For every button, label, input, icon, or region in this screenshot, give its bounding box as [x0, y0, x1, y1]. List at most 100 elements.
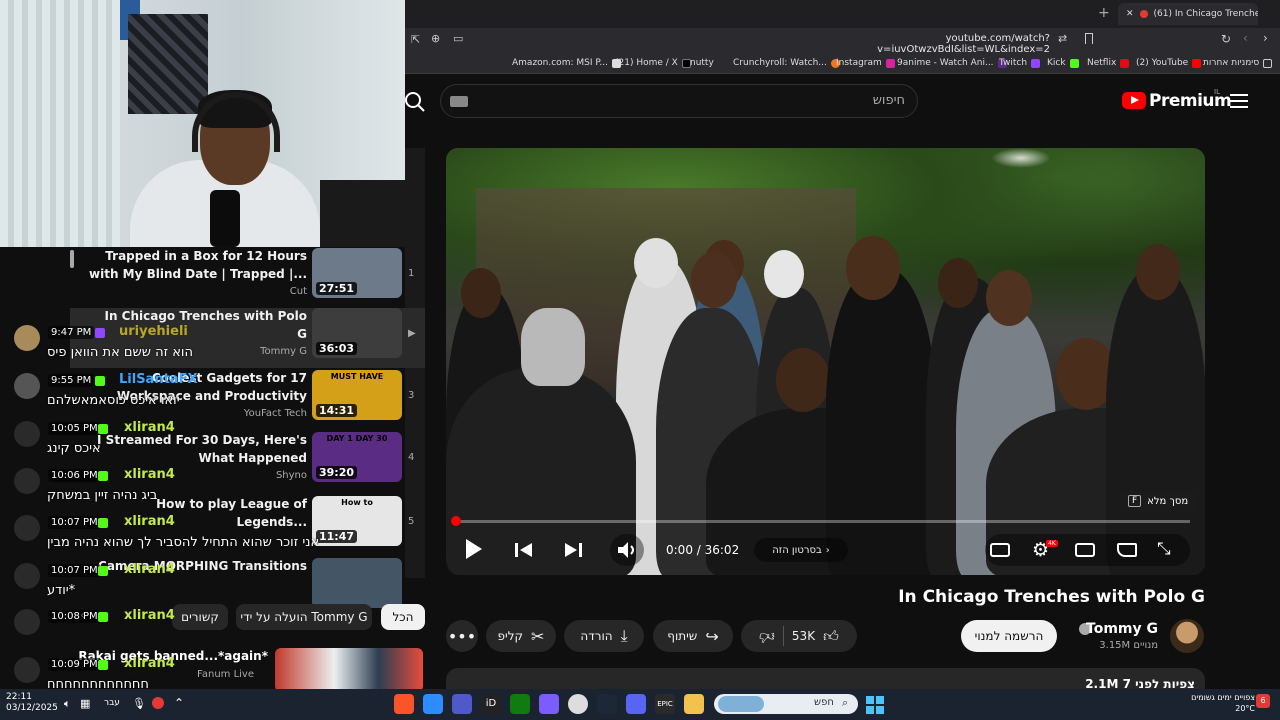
chapter-button[interactable]: בסרטון הזה ›	[754, 538, 848, 562]
tab-active[interactable]: ✕ (61) In Chicago Trenches with Polo G	[1118, 3, 1258, 25]
fullscreen-tooltip-text: מסך מלא	[1147, 495, 1189, 507]
taskbar-search[interactable]: חפש ⌕	[714, 694, 858, 714]
tray-app-icon[interactable]	[152, 697, 164, 709]
chat-username: xliran4	[124, 562, 175, 577]
taskbar-clock[interactable]: 22:11 03/12/2025	[6, 692, 58, 714]
forward-icon[interactable]: ›	[1263, 31, 1268, 45]
bookmark-nutty[interactable]: nutty	[690, 58, 714, 68]
notification-badge[interactable]: 6	[1256, 694, 1270, 708]
windows-start-icon[interactable]	[866, 696, 884, 714]
bookmark-star-icon[interactable]	[1085, 33, 1093, 44]
video-player[interactable]	[446, 148, 1205, 575]
chat-message: 10:06 PM xliran4 ביג נהיה זיין במשחק	[0, 467, 430, 514]
platform-badge-icon	[98, 566, 108, 576]
next-icon[interactable]	[563, 541, 583, 559]
bookmark-youtube[interactable]: (2) YouTube	[1136, 58, 1202, 68]
chat-message: 9:55 PM LilSantaFX יואו איכס כוסאמאשלהם	[0, 372, 430, 419]
search-icon[interactable]	[404, 91, 426, 113]
bookmark-netflix[interactable]: Netflix	[1087, 58, 1130, 68]
netflix-icon	[1120, 58, 1130, 68]
play-icon[interactable]	[464, 537, 484, 561]
kick-icon	[1069, 58, 1079, 68]
subscribe-button[interactable]: הרשמה למנוי	[961, 620, 1057, 652]
bookmarks-bar: Amazon.com: MSI P... (21) Home / X nutty…	[405, 52, 1280, 74]
bookmark-instagram[interactable]: Instagram	[836, 58, 895, 68]
search-placeholder: חיפוש	[872, 93, 905, 108]
weather-widget[interactable]: צפויים ימים גשומים 20°C	[1180, 692, 1255, 714]
app-icon-1[interactable]	[423, 694, 443, 714]
bookmark-other[interactable]: סימניות אחרות	[1203, 58, 1273, 68]
bookmark-9anime[interactable]: 9anime - Watch Ani...	[897, 58, 1007, 68]
subtitles-icon[interactable]	[990, 543, 1010, 557]
discord-icon[interactable]	[626, 694, 646, 714]
fullscreen-icon[interactable]: ⤡	[1157, 539, 1171, 559]
hamburger-menu-icon[interactable]	[1230, 94, 1248, 108]
zoom-icon[interactable]: ⊕	[431, 32, 440, 45]
like-icon[interactable]: 👍︎	[823, 627, 839, 646]
youtube-logo-play-icon	[1131, 96, 1139, 104]
acoustic-foam	[128, 14, 208, 114]
file-explorer-icon[interactable]	[684, 694, 704, 714]
download-button[interactable]: הורדה ⤓	[564, 620, 644, 652]
tune-icon[interactable]: ⇄	[1058, 32, 1067, 45]
cast-icon[interactable]	[1117, 543, 1137, 557]
tab-close-icon[interactable]: ✕	[1126, 9, 1134, 19]
youtube-icon	[1192, 58, 1202, 68]
chat-timestamp: 10:07 PM	[48, 564, 101, 577]
platform-badge-icon	[95, 328, 105, 338]
teams-icon[interactable]	[452, 694, 472, 714]
back-icon[interactable]: ‹	[1243, 31, 1248, 45]
bookmark-twitch[interactable]: Twitch	[999, 58, 1041, 68]
share-button[interactable]: שיתוף ↪	[653, 620, 733, 652]
instagram-icon	[885, 58, 895, 68]
bookmark-crunchyroll[interactable]: Crunchyroll: Watch...	[733, 58, 840, 68]
bookmark-amazon[interactable]: Amazon.com: MSI P...	[512, 58, 621, 68]
network-icon[interactable]: ▦	[80, 697, 90, 710]
epic-games-icon[interactable]: EPIC	[655, 694, 675, 714]
previous-icon[interactable]	[514, 541, 534, 559]
video-scene-light	[991, 148, 1051, 168]
keyboard-icon[interactable]	[450, 96, 468, 107]
dislike-icon[interactable]: 👍︎	[759, 627, 775, 646]
weather-temp: 20°C	[1235, 704, 1255, 713]
volume-button[interactable]	[610, 534, 644, 566]
like-dislike-group: 👍︎ 53K 👍︎	[741, 620, 857, 652]
steam-icon[interactable]	[597, 694, 617, 714]
miniplayer-icon[interactable]	[1075, 543, 1095, 557]
chat-timestamp: 9:55 PM	[48, 374, 95, 387]
clip-button[interactable]: קליפ ✂	[486, 620, 556, 652]
language-indicator[interactable]: עבר	[104, 698, 120, 708]
app-icon-2[interactable]	[539, 694, 559, 714]
logo-region: IL	[1214, 88, 1220, 96]
share-label: שיתוף	[667, 629, 698, 643]
progress-scrubber[interactable]	[451, 516, 461, 526]
xbox-icon[interactable]	[510, 694, 530, 714]
channel-avatar[interactable]	[1170, 619, 1204, 653]
chat-message: 10:05 PM xliran4 איכס קינג	[0, 420, 430, 467]
tab-title: (61) In Chicago Trenches with Polo G	[1153, 9, 1258, 19]
more-actions-button[interactable]: •••	[446, 620, 478, 652]
chat-username: uriyehieli	[119, 324, 188, 339]
curtain	[0, 0, 120, 247]
channel-name[interactable]: Tommy G	[1080, 621, 1158, 637]
clock-time: 22:11	[6, 692, 32, 702]
download-icon: ⤓	[620, 626, 628, 645]
share-icon: ↪	[705, 626, 719, 646]
mic-icon[interactable]: 🎙︎	[132, 697, 146, 710]
chat-text: הוא זה ששם את הוואן פיס	[47, 345, 193, 360]
tray-expand-icon[interactable]: ⌃	[174, 696, 184, 710]
brave-icon[interactable]	[394, 694, 414, 714]
new-tab-button[interactable]: +	[1098, 5, 1112, 21]
chat-message: 10:08 PM xliran4	[0, 608, 430, 655]
sidebar-icon[interactable]: ⇱	[411, 33, 420, 46]
chrome-icon[interactable]	[568, 694, 588, 714]
like-count[interactable]: 53K	[792, 629, 815, 643]
screen-icon[interactable]: ▭	[453, 32, 463, 45]
id-app-icon[interactable]: iD	[481, 694, 501, 714]
bookmark-x[interactable]: (21) Home / X	[615, 58, 691, 68]
bookmark-kick[interactable]: Kick	[1047, 58, 1079, 68]
chat-timestamp: 10:09 PM	[48, 658, 101, 671]
reload-icon[interactable]: ↻	[1221, 32, 1231, 46]
progress-bar[interactable]	[460, 520, 1190, 523]
speaker-icon[interactable]: 🔈︎	[64, 697, 71, 711]
